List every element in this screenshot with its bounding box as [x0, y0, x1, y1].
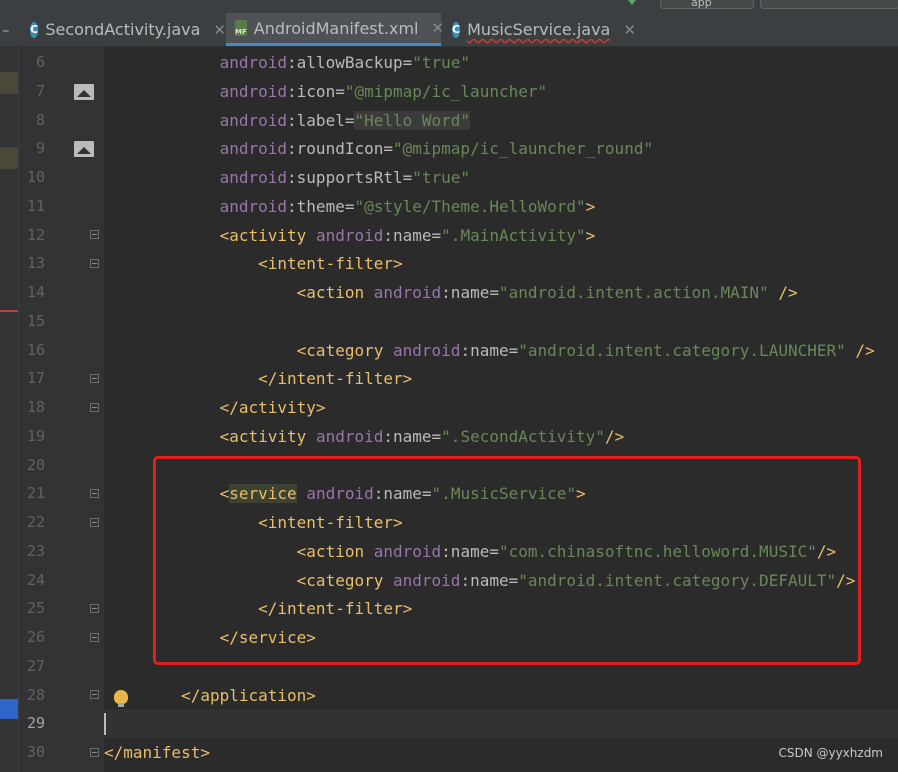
line-number: 12 — [26, 226, 45, 244]
fold-marker-icon[interactable] — [90, 230, 99, 239]
code-line: <category android:name="android.intent.c… — [296, 341, 875, 360]
code-line: <activity android:name=".MainActivity"> — [219, 226, 596, 245]
tab-label: MusicService.java — [467, 20, 611, 39]
line-number: 11 — [26, 197, 45, 215]
code-line: </intent-filter> — [258, 369, 413, 388]
line-number: 18 — [26, 398, 45, 416]
code-line: <action android:name="android.intent.act… — [296, 283, 798, 302]
close-icon[interactable]: ✕ — [623, 21, 636, 39]
code-line: android:label="Hello Word" — [219, 111, 471, 130]
fold-marker-icon[interactable] — [90, 259, 99, 268]
line-number: 21 — [26, 484, 45, 502]
project-tree-row[interactable] — [0, 147, 18, 169]
code-line: </manifest> — [104, 743, 210, 762]
text-caret — [104, 713, 106, 735]
watermark: CSDN @yyxhzdm — [778, 746, 883, 760]
fold-marker-icon[interactable] — [90, 489, 99, 498]
project-tool-strip — [0, 47, 19, 772]
code-line: <activity android:name=".SecondActivity"… — [219, 427, 625, 446]
fold-marker-icon[interactable] — [90, 748, 99, 757]
java-class-icon: C — [452, 21, 461, 38]
code-line: android:icon="@mipmap/ic_launcher" — [219, 82, 548, 101]
line-number: 25 — [26, 599, 45, 617]
build-arrow-icon[interactable] — [628, 0, 636, 5]
project-tree-row[interactable] — [0, 72, 18, 94]
code-line: </application> — [181, 686, 316, 705]
code-line: <intent-filter> — [258, 254, 403, 273]
line-number: 13 — [26, 254, 45, 272]
line-number: 8 — [35, 111, 45, 129]
fold-marker-icon[interactable] — [90, 374, 99, 383]
java-class-icon: C — [30, 21, 39, 38]
fold-marker-icon[interactable] — [90, 518, 99, 527]
error-marker — [0, 310, 18, 312]
line-number: 24 — [26, 571, 45, 589]
line-number: 10 — [26, 168, 45, 186]
fold-marker-icon[interactable] — [90, 403, 99, 412]
code-line: android:supportsRtl="true" — [219, 168, 471, 187]
fold-marker-icon[interactable] — [90, 633, 99, 642]
line-number: 22 — [26, 513, 45, 531]
line-number: 15 — [26, 312, 45, 330]
line-number: 7 — [35, 82, 45, 100]
image-resource-icon[interactable] — [74, 141, 94, 157]
line-number: 26 — [26, 628, 45, 646]
fold-marker-icon[interactable] — [90, 690, 99, 699]
code-line: android:theme="@style/Theme.HelloWord"> — [219, 197, 596, 216]
editor-tab-bar: – C SecondActivity.java ✕ MF AndroidMani… — [0, 0, 898, 47]
line-number: 23 — [26, 542, 45, 560]
selected-tree-row[interactable] — [0, 699, 18, 719]
close-icon[interactable]: ✕ — [213, 21, 226, 39]
line-number: 28 — [26, 686, 45, 704]
line-number: 14 — [26, 283, 45, 301]
line-number: 19 — [26, 427, 45, 445]
line-number: 9 — [35, 139, 45, 157]
line-number: 16 — [26, 341, 45, 359]
manifest-file-icon: MF — [235, 20, 247, 36]
tab-label: SecondActivity.java — [45, 20, 201, 39]
line-number: 29 — [26, 714, 45, 732]
tab-second-activity[interactable]: C SecondActivity.java ✕ — [30, 13, 226, 46]
tab-music-service[interactable]: C MusicService.java ✕ — [452, 13, 636, 46]
tab-label: AndroidManifest.xml — [253, 18, 419, 38]
image-resource-icon[interactable] — [74, 84, 94, 100]
code-line: android:allowBackup="true" — [219, 53, 471, 72]
tab-android-manifest[interactable]: MF AndroidManifest.xml ✕ — [226, 13, 444, 46]
line-number: 17 — [26, 369, 45, 387]
fold-marker-icon[interactable] — [90, 604, 99, 613]
run-configuration-dropdown[interactable]: app — [660, 0, 754, 9]
annotation-highlight-box — [153, 456, 861, 665]
current-line-highlight — [104, 709, 898, 738]
device-selector-dropdown[interactable] — [760, 0, 898, 9]
code-line: </activity> — [219, 398, 326, 417]
line-number: 30 — [26, 743, 45, 761]
code-line: android:roundIcon="@mipmap/ic_launcher_r… — [219, 139, 654, 158]
line-number: 27 — [26, 657, 45, 675]
close-icon[interactable]: ✕ — [431, 19, 444, 37]
line-number: 20 — [26, 456, 45, 474]
line-number: 6 — [35, 53, 45, 71]
tab-scroll-left[interactable]: – — [0, 13, 14, 46]
